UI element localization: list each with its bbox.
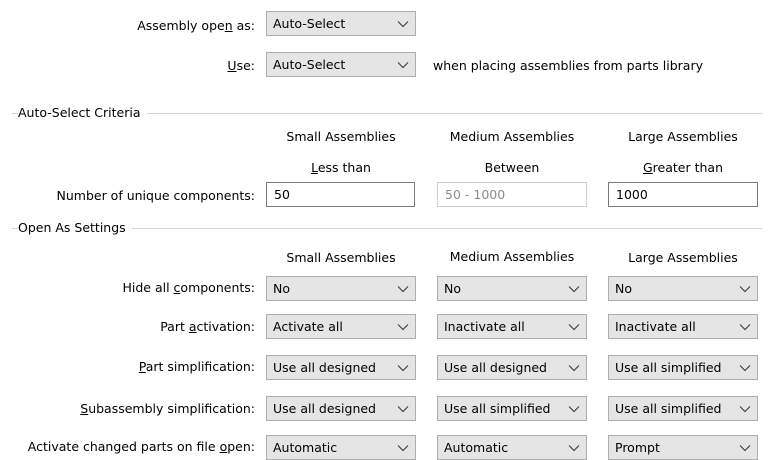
- dropdown-value: Activate all: [273, 319, 343, 334]
- activate-changed-large-dropdown[interactable]: Prompt: [608, 435, 758, 460]
- auto-select-col-small-sub: Less than: [311, 160, 371, 175]
- hide-components-large-dropdown[interactable]: No: [608, 276, 758, 301]
- hide-all-components-label: Hide all components:: [122, 280, 255, 295]
- dropdown-value: Use all simplified: [615, 360, 722, 375]
- use-value: Auto-Select: [273, 57, 346, 72]
- small-threshold-field[interactable]: [266, 182, 415, 207]
- activate-changed-parts-label: Activate changed parts on file open:: [27, 439, 255, 454]
- open-as-group-title: Open As Settings: [18, 221, 132, 235]
- dropdown-value: Inactivate all: [444, 319, 525, 334]
- large-threshold-field[interactable]: [608, 182, 758, 207]
- part-simplification-medium-dropdown[interactable]: Use all designed: [437, 355, 587, 380]
- medium-range-input: [438, 183, 586, 206]
- activate-changed-medium-dropdown[interactable]: Automatic: [437, 435, 587, 460]
- dropdown-value: Use all simplified: [615, 401, 722, 416]
- auto-select-col-large-sub: Greater than: [642, 160, 723, 175]
- open-as-col-medium-title: Medium Assemblies: [449, 249, 575, 264]
- chevron-down-icon: [568, 445, 580, 452]
- auto-select-col-medium-title: Medium Assemblies: [449, 129, 575, 144]
- large-threshold-input[interactable]: [609, 183, 757, 206]
- chevron-down-icon: [568, 365, 580, 372]
- auto-select-col-small-title: Small Assemblies: [286, 129, 396, 144]
- auto-select-group-title: Auto-Select Criteria: [18, 106, 147, 120]
- chevron-down-icon: [397, 324, 409, 331]
- subassembly-simplification-small-dropdown[interactable]: Use all designed: [266, 396, 416, 421]
- dropdown-value: Automatic: [444, 440, 509, 455]
- assembly-open-as-dropdown[interactable]: Auto-Select: [266, 11, 416, 36]
- chevron-down-icon: [397, 445, 409, 452]
- dropdown-value: No: [444, 281, 461, 296]
- unique-components-label: Number of unique components:: [56, 188, 256, 203]
- part-activation-large-dropdown[interactable]: Inactivate all: [608, 314, 758, 339]
- medium-range-field: [437, 182, 587, 207]
- chevron-down-icon: [397, 406, 409, 413]
- chevron-down-icon: [739, 365, 751, 372]
- open-as-col-small-title: Small Assemblies: [286, 250, 396, 265]
- chevron-down-icon: [397, 286, 409, 293]
- subassembly-simplification-medium-dropdown[interactable]: Use all simplified: [437, 396, 587, 421]
- hide-components-medium-dropdown[interactable]: No: [437, 276, 587, 301]
- dropdown-value: Prompt: [615, 440, 660, 455]
- chevron-down-icon: [739, 406, 751, 413]
- small-threshold-input[interactable]: [267, 183, 414, 206]
- use-dropdown[interactable]: Auto-Select: [266, 52, 416, 77]
- assembly-open-as-label: Assembly open as:: [137, 18, 255, 33]
- chevron-down-icon: [739, 324, 751, 331]
- dropdown-value: Use all designed: [444, 360, 547, 375]
- dropdown-value: No: [615, 281, 632, 296]
- dropdown-value: Use all designed: [273, 401, 376, 416]
- hide-components-small-dropdown[interactable]: No: [266, 276, 416, 301]
- use-suffix-text: when placing assemblies from parts libra…: [433, 58, 703, 73]
- assembly-open-as-value: Auto-Select: [273, 16, 346, 31]
- chevron-down-icon: [739, 445, 751, 452]
- subassembly-simplification-label: Subassembly simplification:: [80, 401, 255, 416]
- dropdown-value: Inactivate all: [615, 319, 696, 334]
- part-activation-medium-dropdown[interactable]: Inactivate all: [437, 314, 587, 339]
- open-as-col-large-title: Large Assemblies: [628, 250, 738, 265]
- part-activation-label: Part activation:: [160, 319, 255, 334]
- chevron-down-icon: [739, 286, 751, 293]
- part-activation-small-dropdown[interactable]: Activate all: [266, 314, 416, 339]
- chevron-down-icon: [568, 286, 580, 293]
- chevron-down-icon: [397, 62, 409, 69]
- chevron-down-icon: [397, 21, 409, 28]
- part-simplification-label: Part simplification:: [138, 359, 255, 374]
- chevron-down-icon: [568, 324, 580, 331]
- part-simplification-large-dropdown[interactable]: Use all simplified: [608, 355, 758, 380]
- use-label: Use:: [227, 58, 255, 73]
- dropdown-value: No: [273, 281, 290, 296]
- activate-changed-small-dropdown[interactable]: Automatic: [266, 435, 416, 460]
- part-simplification-small-dropdown[interactable]: Use all designed: [266, 355, 416, 380]
- chevron-down-icon: [397, 365, 409, 372]
- auto-select-col-large-title: Large Assemblies: [628, 129, 738, 144]
- chevron-down-icon: [568, 406, 580, 413]
- auto-select-col-medium-sub: Between: [484, 160, 540, 175]
- dropdown-value: Automatic: [273, 440, 338, 455]
- dropdown-value: Use all simplified: [444, 401, 551, 416]
- subassembly-simplification-large-dropdown[interactable]: Use all simplified: [608, 396, 758, 421]
- dropdown-value: Use all designed: [273, 360, 376, 375]
